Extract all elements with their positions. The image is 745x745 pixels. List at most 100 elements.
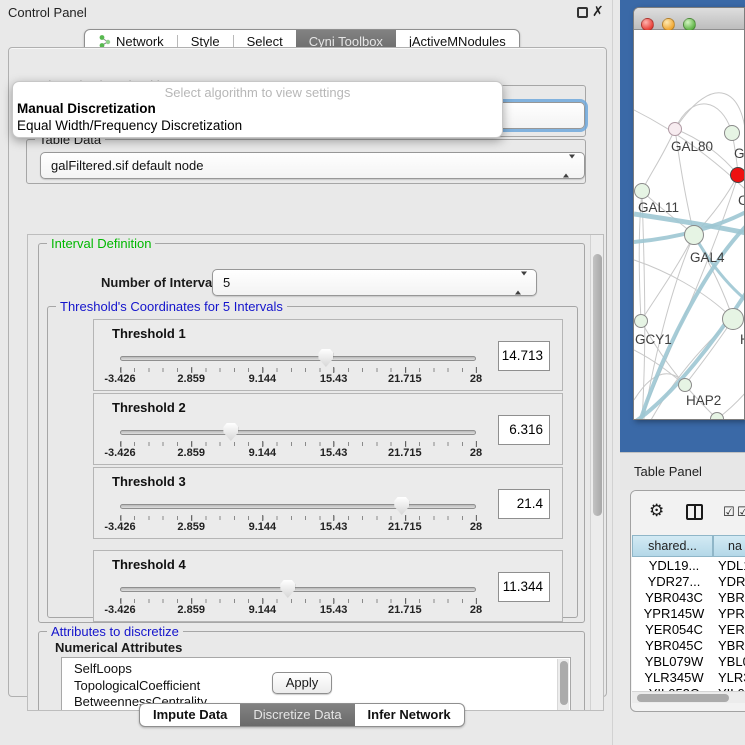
cell[interactable]: YPR145W — [634, 606, 714, 621]
settings-scrollpane: Interval Definition Number of Intervals … — [27, 234, 604, 711]
table-horizontal-scrollbar[interactable] — [632, 691, 745, 703]
table-row[interactable]: YDR27... YDR2 — [632, 574, 745, 590]
table-panel-title: Table Panel — [634, 464, 702, 479]
popup-option-equal-width-frequency[interactable]: Equal Width/Frequency Discretization — [16, 118, 499, 133]
tick-label: 15.43 — [320, 604, 348, 616]
slider-track[interactable] — [120, 356, 476, 361]
close-icon[interactable]: ✗ — [592, 3, 604, 20]
column-header-name[interactable]: na — [713, 535, 745, 557]
number-of-intervals-combobox[interactable]: 5 — [212, 269, 537, 296]
cell[interactable]: YPR1 — [718, 606, 745, 621]
network-canvas[interactable]: GAL80 G. C GAL11 GAL4 GCY1 H HAP2 — [634, 30, 745, 420]
threshold-2-value-field[interactable]: 6.316 — [498, 415, 550, 445]
cell[interactable]: YDR27... — [634, 574, 714, 589]
network-window-titlebar[interactable] — [634, 8, 744, 30]
cell[interactable]: YBL0 — [718, 654, 745, 669]
threshold-2-slider[interactable]: -3.426 2.859 9.144 15.43 21.715 28 — [120, 422, 476, 458]
apply-button[interactable]: Apply — [272, 672, 332, 694]
network-node[interactable] — [724, 125, 740, 141]
tick-label: 28 — [470, 521, 482, 533]
network-node[interactable] — [668, 122, 682, 136]
threshold-4-panel: Threshold 4 -3.426 2.859 9.144 15.43 21.… — [93, 550, 563, 622]
network-node[interactable] — [678, 378, 692, 392]
slider-thumb[interactable] — [318, 349, 333, 367]
network-node[interactable] — [634, 314, 648, 328]
cell[interactable]: YER0 — [718, 622, 745, 637]
slider-track[interactable] — [120, 587, 476, 592]
network-node-selected[interactable] — [730, 167, 745, 183]
column-header-shared[interactable]: shared... — [632, 535, 713, 557]
tick-label: 2.859 — [177, 447, 205, 459]
threshold-1-value-field[interactable]: 14.713 — [498, 341, 550, 371]
gear-icon[interactable]: ⚙ — [649, 501, 664, 521]
table-row[interactable]: YER054C YER0 — [632, 622, 745, 638]
tick-label: 15.43 — [320, 373, 348, 385]
cell[interactable]: YDL19... — [634, 558, 714, 573]
panel-divider — [612, 0, 613, 745]
tick-label: 9.144 — [249, 373, 277, 385]
network-node[interactable] — [634, 183, 650, 199]
table-data-combobox[interactable]: galFiltered.sif default node — [40, 152, 585, 179]
slider-thumb[interactable] — [394, 497, 409, 515]
attributes-group: Attributes to discretize Numerical Attri… — [38, 631, 585, 711]
threshold-1-slider[interactable]: -3.426 2.859 9.144 15.43 21.715 28 — [120, 348, 476, 384]
threshold-4-label: Threshold 4 — [112, 557, 186, 572]
cell[interactable]: YLR3 — [718, 670, 745, 685]
network-node[interactable] — [684, 225, 704, 245]
tab-discretize-data[interactable]: Discretize Data — [240, 704, 354, 726]
table-row[interactable]: YLR345W YLR3 — [632, 670, 745, 686]
node-label-gal80: GAL80 — [671, 139, 713, 154]
slider-thumb[interactable] — [280, 580, 295, 598]
threshold-3-value-field[interactable]: 21.4 — [498, 489, 550, 519]
table-data-selected-value: galFiltered.sif default node — [51, 158, 203, 173]
table-row[interactable]: YDL19... YDL1 — [632, 558, 745, 574]
cell[interactable]: YLR345W — [634, 670, 714, 685]
table-body: YDL19... YDL1 YDR27... YDR2 YBR043C YBR0 YP… — [632, 557, 745, 691]
control-panel-title: Control Panel — [8, 5, 87, 20]
slider-thumb[interactable] — [223, 423, 238, 441]
cell[interactable]: YBL079W — [634, 654, 714, 669]
table-panel-header: Table Panel — [620, 452, 745, 490]
float-window-icon[interactable] — [577, 7, 588, 18]
settings-scrollbar-thumb[interactable] — [593, 254, 602, 516]
checkbox-select-icon[interactable]: ☑ — [723, 504, 735, 520]
threshold-3-label: Threshold 3 — [112, 474, 186, 489]
cell[interactable]: YBR043C — [634, 590, 714, 605]
tick-label: 2.859 — [177, 521, 205, 533]
tick-label: 9.144 — [249, 447, 277, 459]
table-row[interactable]: YPR145W YPR1 — [632, 606, 745, 622]
tab-impute-data[interactable]: Impute Data — [140, 704, 240, 726]
cell[interactable]: YDL1 — [718, 558, 745, 573]
node-label-gal11: GAL11 — [638, 200, 679, 215]
tick-label: -3.426 — [104, 447, 135, 459]
threshold-4-slider[interactable]: -3.426 2.859 9.144 15.43 21.715 28 — [120, 579, 476, 615]
list-scrollbar[interactable] — [557, 659, 569, 711]
cell[interactable]: YBR0 — [718, 638, 745, 653]
cell[interactable]: YER054C — [634, 622, 714, 637]
table-row[interactable]: YBR043C YBR0 — [632, 590, 745, 606]
checkbox-select-all-icon[interactable]: ☑ — [737, 504, 745, 520]
tick-label: 21.715 — [388, 373, 422, 385]
tick-label: 21.715 — [388, 521, 422, 533]
slider-track[interactable] — [120, 430, 476, 435]
threshold-3-slider[interactable]: -3.426 2.859 9.144 15.43 21.715 28 — [120, 496, 476, 532]
network-node[interactable] — [722, 308, 744, 330]
split-columns-icon[interactable] — [686, 504, 703, 520]
network-node[interactable] — [710, 412, 724, 420]
tick-label: 28 — [470, 373, 482, 385]
tab-infer-network[interactable]: Infer Network — [355, 704, 464, 726]
cell[interactable]: YDR2 — [718, 574, 745, 589]
node-label-partial-h: H — [740, 332, 745, 347]
threshold-3-panel: Threshold 3 -3.426 2.859 9.144 15.43 21.… — [93, 467, 563, 539]
threshold-4-value-field[interactable]: 11.344 — [498, 572, 550, 602]
cell[interactable]: YBR0 — [718, 590, 745, 605]
tab-discretize-data-label: Discretize Data — [253, 704, 341, 726]
slider-track[interactable] — [120, 504, 476, 509]
table-row[interactable]: YBR045C YBR0 — [632, 638, 745, 654]
table-row[interactable]: YBL079W YBL0 — [632, 654, 745, 670]
settings-scrollbar[interactable] — [590, 235, 604, 710]
cell[interactable]: YBR045C — [634, 638, 714, 653]
table-horizontal-scrollbar-thumb[interactable] — [637, 694, 729, 702]
popup-option-manual-discretization[interactable]: Manual Discretization — [16, 101, 499, 116]
node-label-gal4: GAL4 — [690, 250, 725, 265]
